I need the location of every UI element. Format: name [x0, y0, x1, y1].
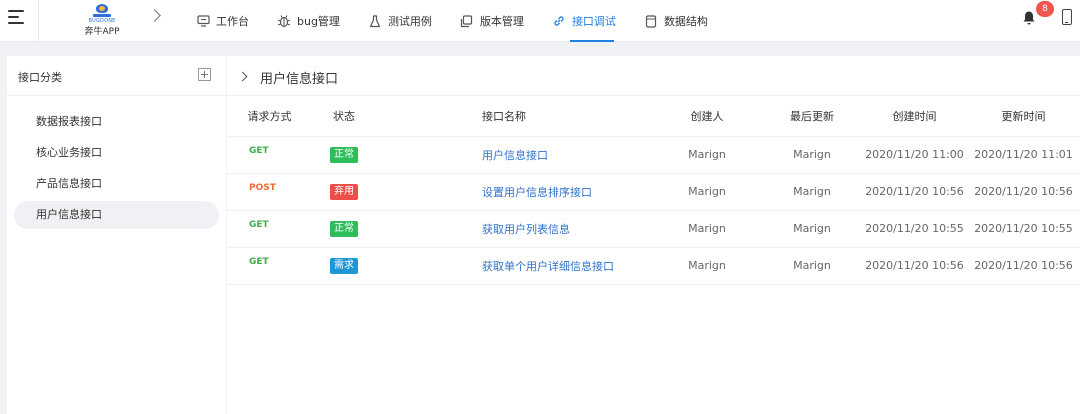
page-title: 用户信息接口	[260, 72, 339, 87]
copy-icon	[460, 14, 474, 28]
column-header-created: 创建时间	[862, 96, 967, 137]
chevron-right-icon[interactable]	[148, 9, 161, 22]
api-name-link[interactable]: 获取单个用户详细信息接口	[482, 260, 614, 273]
method-label: POST	[249, 183, 276, 193]
nav-item-testcase[interactable]: 测试用例	[368, 0, 432, 42]
table-row[interactable]: GET 需求 获取单个用户详细信息接口 Marign Marign 2020/1…	[227, 247, 1080, 285]
column-header-creator: 创建人	[652, 96, 762, 137]
menu-icon[interactable]	[8, 10, 24, 24]
category-header: 接口分类	[7, 56, 226, 96]
nav-item-data-structure[interactable]: 数据结构	[644, 0, 708, 42]
api-list-panel: 用户信息接口 请求方式 状态 接口名称 创建人 最后更新 创建时间 更新时间 G…	[227, 56, 1080, 414]
header-divider	[38, 0, 39, 42]
created-time-cell: 2020/11/20 10:56	[862, 247, 967, 285]
project-name: 奔牛APP	[84, 27, 120, 37]
created-time-cell: 2020/11/20 11:00	[862, 136, 967, 174]
updater-cell: Marign	[762, 247, 862, 285]
category-item-core[interactable]: 核心业务接口	[14, 139, 219, 167]
add-category-icon[interactable]	[198, 68, 211, 81]
project-switcher[interactable]: BUGDONE 奔牛APP	[78, 4, 126, 38]
nav-item-api-debug[interactable]: 接口调试	[552, 0, 616, 42]
category-title: 接口分类	[18, 71, 62, 84]
column-header-updater: 最后更新	[762, 96, 862, 137]
main-nav: 工作台 bug管理 测试用例 版本管理 接口调试 数据结构	[196, 0, 736, 42]
category-list: 数据报表接口 核心业务接口 产品信息接口 用户信息接口	[7, 96, 226, 229]
api-name-link[interactable]: 获取用户列表信息	[482, 223, 570, 236]
category-item-product[interactable]: 产品信息接口	[14, 170, 219, 198]
column-header-name: 接口名称	[397, 96, 652, 137]
flask-icon	[368, 14, 382, 28]
api-name-link[interactable]: 设置用户信息排序接口	[482, 186, 592, 199]
column-header-updated: 更新时间	[967, 96, 1080, 137]
method-label: GET	[249, 146, 269, 156]
creator-cell: Marign	[652, 210, 762, 248]
table-row[interactable]: POST 弃用 设置用户信息排序接口 Marign Marign 2020/11…	[227, 173, 1080, 211]
nav-item-bug[interactable]: bug管理	[277, 0, 340, 42]
updater-cell: Marign	[762, 210, 862, 248]
nav-item-label: 接口调试	[571, 15, 616, 28]
category-item-user[interactable]: 用户信息接口	[14, 201, 219, 229]
updated-time-cell: 2020/11/20 11:01	[967, 136, 1080, 174]
table-row[interactable]: GET 正常 获取用户列表信息 Marign Marign 2020/11/20…	[227, 210, 1080, 248]
created-time-cell: 2020/11/20 10:55	[862, 210, 967, 248]
column-header-method: 请求方式	[227, 96, 312, 137]
created-time-cell: 2020/11/20 10:56	[862, 173, 967, 211]
nav-item-workbench[interactable]: 工作台	[196, 0, 249, 42]
creator-cell: Marign	[652, 136, 762, 174]
status-badge: 需求	[330, 257, 358, 274]
nav-item-label: bug管理	[297, 15, 340, 28]
table-header-row: 请求方式 状态 接口名称 创建人 最后更新 创建时间 更新时间	[227, 96, 1080, 137]
bug-icon	[277, 14, 291, 28]
link-icon	[552, 14, 566, 28]
chevron-right-icon[interactable]	[237, 71, 248, 82]
api-table: 请求方式 状态 接口名称 创建人 最后更新 创建时间 更新时间 GET 正常 用…	[227, 96, 1080, 285]
api-name-link[interactable]: 用户信息接口	[482, 149, 548, 162]
creator-cell: Marign	[652, 173, 762, 211]
updater-cell: Marign	[762, 136, 862, 174]
mobile-icon[interactable]	[1062, 9, 1072, 25]
method-label: GET	[249, 257, 269, 267]
nav-item-label: 测试用例	[387, 15, 432, 28]
top-bar: BUGDONE 奔牛APP 工作台 bug管理 测试用例 版本管理 接口调试 数…	[0, 0, 1080, 42]
api-list-header: 用户信息接口	[227, 56, 1080, 96]
api-category-panel: 接口分类 数据报表接口 核心业务接口 产品信息接口 用户信息接口	[7, 56, 226, 414]
column-header-status: 状态	[312, 96, 397, 137]
monitor-icon	[196, 14, 210, 28]
updater-cell: Marign	[762, 173, 862, 211]
brand-logo-icon	[92, 4, 112, 18]
bell-icon[interactable]	[1022, 10, 1038, 26]
method-label: GET	[249, 220, 269, 230]
creator-cell: Marign	[652, 247, 762, 285]
updated-time-cell: 2020/11/20 10:56	[967, 173, 1080, 211]
nav-item-label: 版本管理	[479, 15, 524, 28]
status-badge: 正常	[330, 146, 358, 163]
updated-time-cell: 2020/11/20 10:56	[967, 247, 1080, 285]
brand-logo-text: BUGDONE	[88, 18, 116, 24]
status-badge: 正常	[330, 220, 358, 237]
status-badge: 弃用	[330, 183, 358, 200]
database-icon	[644, 14, 658, 28]
table-row[interactable]: GET 正常 用户信息接口 Marign Marign 2020/11/20 1…	[227, 136, 1080, 174]
nav-item-label: 数据结构	[663, 15, 708, 28]
updated-time-cell: 2020/11/20 10:55	[967, 210, 1080, 248]
nav-item-label: 工作台	[216, 15, 249, 28]
category-item-report[interactable]: 数据报表接口	[14, 108, 219, 136]
nav-item-version[interactable]: 版本管理	[460, 0, 524, 42]
notification-badge: 8	[1036, 1, 1054, 17]
